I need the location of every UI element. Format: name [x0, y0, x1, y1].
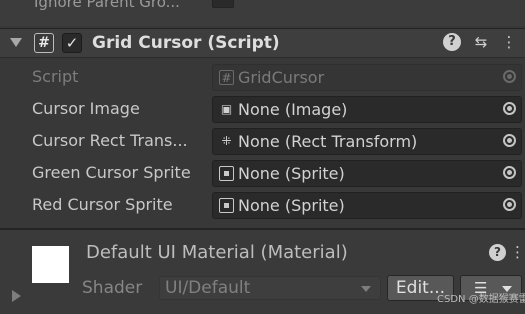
script-field-value: GridCursor [238, 68, 325, 87]
object-picker-icon[interactable] [503, 166, 516, 179]
sprite-icon [219, 166, 234, 181]
foldout-arrow-icon[interactable] [10, 38, 22, 47]
rect-transform-icon: ⁜ [221, 134, 232, 148]
chevron-down-icon [502, 286, 512, 292]
green-cursor-sprite-field[interactable]: None (Sprite) [212, 160, 522, 187]
help-icon[interactable]: ? [489, 244, 506, 261]
preset-icon[interactable]: ⇆ [470, 32, 492, 52]
cursor-rect-transform-field[interactable]: ⁜ None (Rect Transform) [212, 128, 522, 155]
cursor-image-field[interactable]: ▣ None (Image) [212, 96, 522, 123]
object-picker-icon[interactable] [503, 198, 516, 211]
shader-dropdown[interactable]: UI/Default [159, 276, 381, 300]
material-foldout-arrow-icon[interactable] [12, 290, 21, 302]
red-cursor-sprite-field[interactable]: None (Sprite) [212, 192, 522, 219]
cursor-image-value: None (Image) [238, 100, 348, 119]
material-title: Default UI Material (Material) [86, 242, 348, 263]
cursor-rect-transform-value: None (Rect Transform) [238, 132, 418, 151]
menu-icon[interactable]: ⋮ [510, 241, 525, 263]
image-icon: ▣ [220, 102, 233, 116]
sprite-icon [219, 198, 234, 213]
object-picker-icon[interactable] [503, 102, 516, 115]
menu-icon[interactable]: ⋮ [501, 32, 517, 52]
script-icon: # [34, 33, 54, 53]
red-cursor-sprite-label: Red Cursor Sprite [32, 195, 173, 214]
cursor-image-label: Cursor Image [32, 99, 140, 118]
chevron-down-icon [361, 286, 371, 292]
ignore-parent-groups-checkbox[interactable] [212, 0, 234, 8]
green-cursor-sprite-label: Green Cursor Sprite [32, 163, 191, 182]
object-picker-icon[interactable] [503, 134, 516, 147]
ignore-parent-groups-label: Ignore Parent Gro... [34, 0, 180, 11]
watermark: CSDN @数据猴赛雷 [437, 294, 525, 305]
shader-value: UI/Default [165, 278, 251, 298]
component-enabled-checkbox[interactable]: ✓ [62, 33, 82, 53]
red-cursor-sprite-value: None (Sprite) [238, 196, 345, 215]
cursor-rect-transform-label: Cursor Rect Trans... [32, 131, 188, 150]
object-picker-icon [503, 70, 516, 83]
script-icon: # [219, 70, 234, 85]
script-field: # GridCursor [212, 64, 522, 91]
help-icon[interactable]: ? [443, 33, 461, 51]
component-title: Grid Cursor (Script) [92, 33, 280, 53]
shader-label: Shader [82, 278, 143, 298]
green-cursor-sprite-value: None (Sprite) [238, 164, 345, 183]
material-preview-thumbnail [32, 246, 69, 283]
script-label: Script [32, 67, 79, 86]
